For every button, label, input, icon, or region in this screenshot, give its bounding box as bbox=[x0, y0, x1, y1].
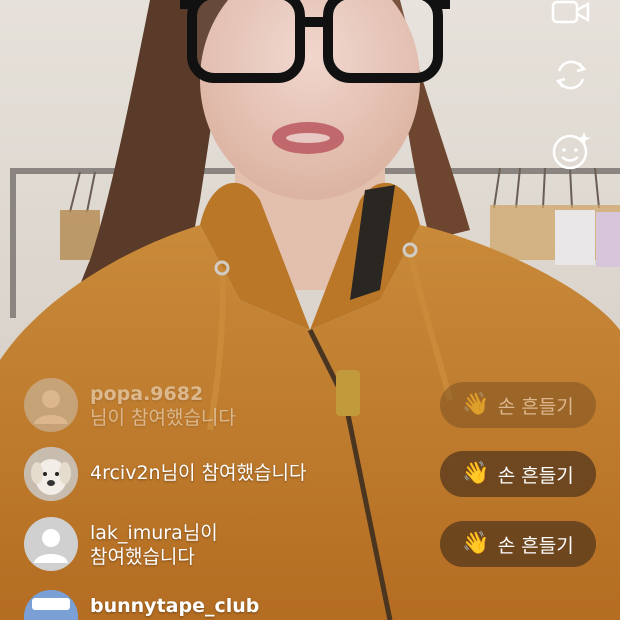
wave-button[interactable]: 👋 손 흔들기 bbox=[440, 382, 596, 428]
wave-label: 손 흔들기 bbox=[497, 395, 574, 418]
comment-line1: 4rciv2n님이 참여했습니다 bbox=[90, 462, 307, 484]
wave-label: 손 흔들기 bbox=[497, 464, 574, 487]
comment-line2: 님이 참여했습니다 bbox=[90, 407, 236, 429]
comment-item: lak_imura님이 참여했습니다 👋 손 흔들기 bbox=[24, 515, 596, 575]
comment-text: lak_imura님이 참여했습니다 bbox=[90, 521, 218, 569]
comment-line1: bunnytape_club bbox=[90, 595, 260, 617]
comment-line1: lak_imura님이 bbox=[90, 522, 218, 544]
waving-hand-icon: 👋 bbox=[462, 392, 490, 417]
comment-line2: 참여했습니다 bbox=[90, 546, 195, 568]
waving-hand-icon: 👋 bbox=[462, 531, 490, 556]
comment-text: bunnytape_club bbox=[90, 594, 259, 618]
comment-text: 4rciv2n님이 참여했습니다 bbox=[90, 461, 306, 485]
brand-avatar[interactable] bbox=[24, 590, 78, 620]
wave-button[interactable]: 👋 손 흔들기 bbox=[440, 451, 596, 497]
comment-item: popa.9682 님이 참여했습니다 👋 손 흔들기 bbox=[24, 376, 596, 436]
comment-item: 4rciv2n님이 참여했습니다 👋 손 흔들기 bbox=[24, 445, 596, 505]
comment-line1: popa.9682 bbox=[90, 383, 204, 405]
wave-button[interactable]: 👋 손 흔들기 bbox=[440, 521, 596, 567]
comment-item: bunnytape_club bbox=[24, 588, 596, 620]
comment-text: popa.9682 님이 참여했습니다 bbox=[90, 382, 236, 430]
waving-hand-icon: 👋 bbox=[462, 461, 490, 486]
live-video-view: popa.9682 님이 참여했습니다 👋 손 흔들기 4rciv2n님이 참여… bbox=[0, 0, 620, 620]
puppy-avatar[interactable] bbox=[24, 447, 78, 501]
default-avatar[interactable] bbox=[24, 517, 78, 571]
wave-label: 손 흔들기 bbox=[497, 534, 574, 557]
live-comments: popa.9682 님이 참여했습니다 👋 손 흔들기 4rciv2n님이 참여… bbox=[0, 0, 620, 620]
default-avatar[interactable] bbox=[24, 378, 78, 432]
